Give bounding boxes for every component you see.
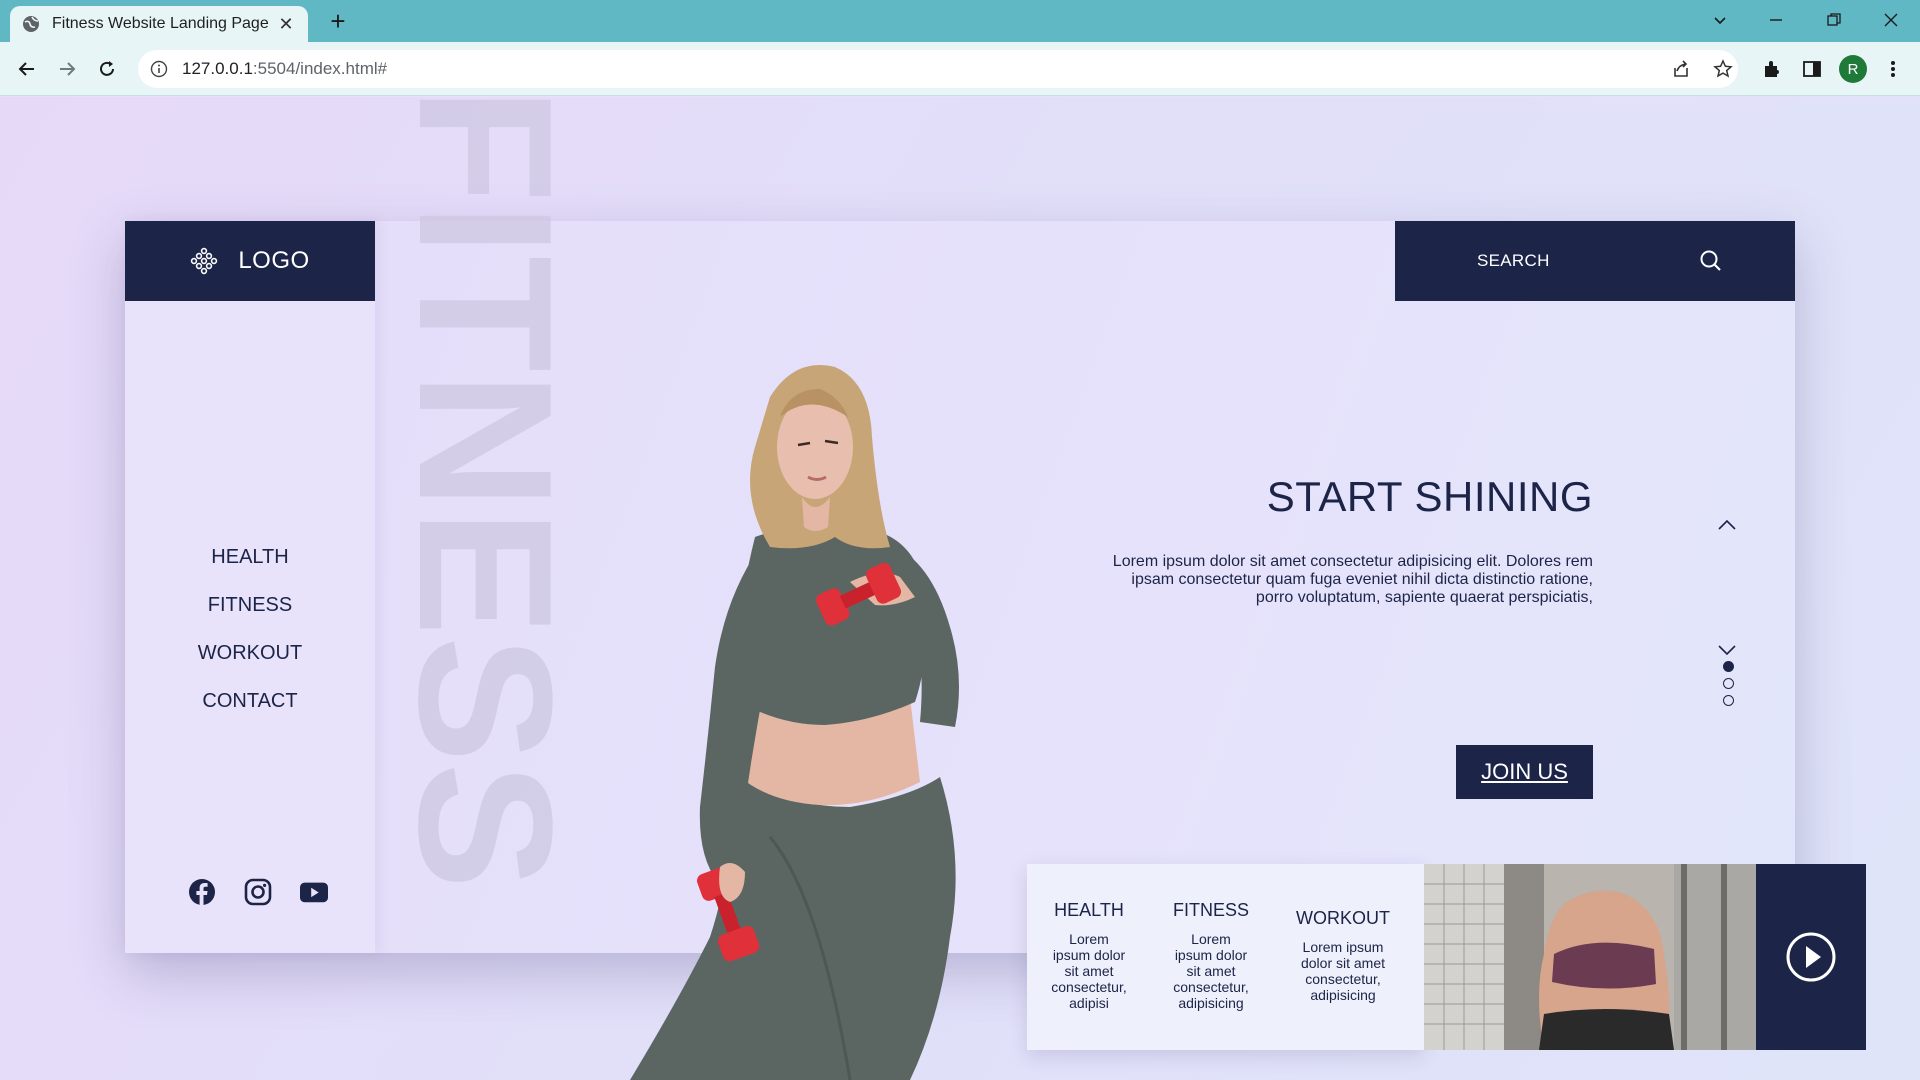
restore-button[interactable] [1814,6,1854,34]
browser-toolbar: 127.0.0.1:5504/index.html# R [0,42,1920,96]
hero-description: Lorem ipsum dolor sit amet consectetur a… [1093,553,1593,607]
reload-icon[interactable] [92,54,122,84]
feature-text: Lorem ipsum dolor sit amet consectetur, adi… [1300,939,1386,1003]
tab-search-icon[interactable] [1700,6,1740,34]
feature-workout[interactable]: WORKOUT Lorem ipsum dolor sit amet consect… [1285,908,1401,1003]
slider-dot[interactable] [1723,678,1734,689]
slider-dot[interactable] [1723,661,1734,672]
gym-workout-photo [1424,864,1756,1050]
facebook-icon[interactable] [188,878,216,906]
search-bar[interactable]: SEARCH [1395,221,1795,301]
search-label: SEARCH [1477,251,1550,270]
nav-item-workout[interactable]: WORKOUT [125,629,375,677]
site-info-icon[interactable] [150,60,168,78]
feature-health[interactable]: HEALTH Lorem ipsum dolor sit amet consectet… [1043,900,1135,1011]
minimize-button[interactable] [1756,6,1796,34]
nav-item-health[interactable]: HEALTH [125,533,375,581]
search-icon[interactable] [1699,249,1723,273]
browser-tab-strip: Fitness Website Landing Page ✕ + [0,0,1920,42]
instagram-icon[interactable] [244,878,272,906]
close-tab-icon[interactable]: ✕ [276,14,296,35]
menu-kebab-icon[interactable] [1878,54,1908,84]
slider-dots [1723,661,1735,712]
bookmark-star-icon[interactable] [1708,54,1738,84]
feature-title: HEALTH [1054,900,1124,920]
chevron-up-icon[interactable] [1715,513,1739,537]
play-icon[interactable] [1785,931,1837,983]
tab-title: Fitness Website Landing Page [52,15,269,32]
share-icon[interactable] [1666,54,1696,84]
youtube-icon[interactable] [300,878,328,906]
chevron-down-icon[interactable] [1715,638,1739,662]
address-bar[interactable]: 127.0.0.1:5504/index.html# [138,50,1738,88]
close-window-button[interactable] [1871,6,1911,34]
nav-item-contact[interactable]: CONTACT [125,677,375,725]
url-text: 127.0.0.1:5504/index.html# [182,59,388,78]
profile-avatar[interactable]: R [1839,55,1867,83]
logo-text: LOGO [238,247,310,274]
nav-item-fitness[interactable]: FITNESS [125,581,375,629]
hero-description-line: ipsam consectetur quam fuga eveniet nihi… [1131,571,1593,588]
hero-description-line: porro voluptatum, sapiente quaerat persp… [1255,589,1593,606]
sidebar-nav: HEALTH FITNESS WORKOUT CONTACT [125,533,375,725]
social-links [188,878,328,908]
fitness-model-image [630,365,959,1080]
feature-text: Lorem ipsum dolor sit amet consectetur, adip… [1051,931,1127,1011]
logo-icon [190,247,218,275]
feature-title: WORKOUT [1296,908,1390,928]
browser-tab[interactable]: Fitness Website Landing Page ✕ [10,6,308,42]
globe-icon [22,15,40,33]
background-word: FITNESS [379,97,591,890]
feature-text: Lorem ipsum dolor sit amet consectetur, adip… [1173,931,1249,1011]
video-play-panel[interactable] [1756,864,1866,1050]
hero-title: START SHINING [1266,473,1593,520]
logo[interactable]: LOGO [125,221,375,301]
page-viewport: FITNESS LOGO HEALTH FITNESS WORKOUT CONT… [0,97,1920,1080]
extensions-icon[interactable] [1757,54,1787,84]
feature-strip: HEALTH Lorem ipsum dolor sit amet consectet… [1027,864,1424,1050]
hero-description-line: Lorem ipsum dolor sit amet consectetur a… [1112,553,1593,570]
new-tab-button[interactable]: + [326,8,350,34]
feature-title: FITNESS [1172,900,1249,920]
join-us-button[interactable]: JOIN US [1456,745,1593,799]
feature-fitness[interactable]: FITNESS Lorem ipsum dolor sit amet consecte… [1161,900,1261,1011]
side-panel-icon[interactable] [1797,54,1827,84]
back-icon[interactable] [12,54,42,84]
slider-dot[interactable] [1723,695,1734,706]
forward-icon[interactable] [52,54,82,84]
